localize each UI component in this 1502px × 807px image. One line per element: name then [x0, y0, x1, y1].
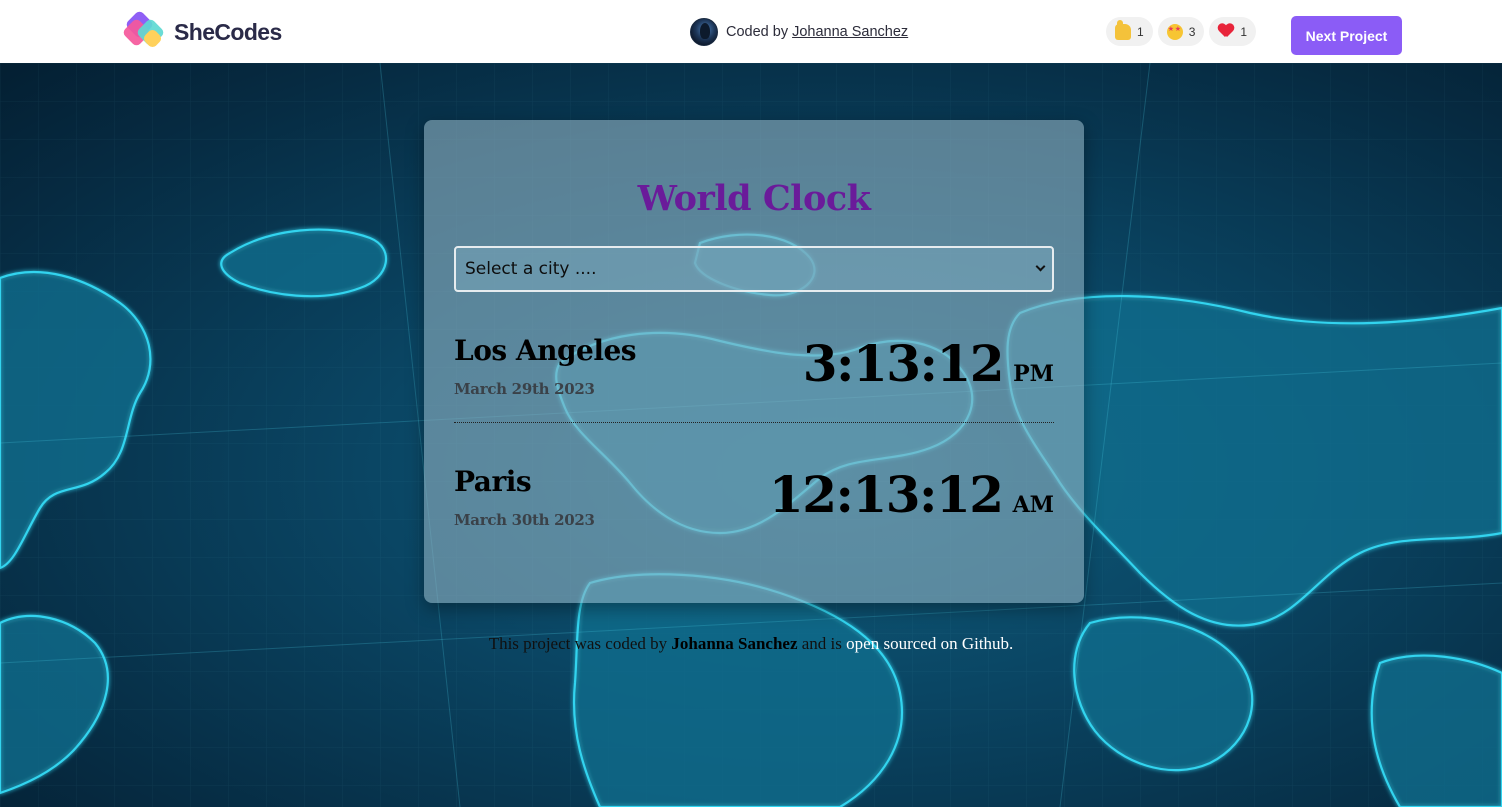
top-bar: SheCodes Coded by Johanna Sanchez 1 3 1 … — [0, 0, 1502, 63]
reactions-bar: 1 3 1 — [1106, 17, 1257, 46]
app-title: World Clock — [637, 178, 871, 219]
city-date: March 29th 2023 — [454, 380, 595, 398]
chevron-down-icon — [1035, 261, 1046, 272]
city-name: Los Angeles — [454, 334, 637, 367]
logo-text: SheCodes — [174, 18, 282, 45]
star-struck-icon — [1166, 23, 1183, 40]
shecodes-logo[interactable]: SheCodes — [121, 9, 282, 54]
author-avatar — [690, 18, 718, 46]
github-link[interactable]: open sourced on Github. — [846, 634, 1013, 653]
heart-icon — [1218, 24, 1234, 40]
footer-middle: and is — [801, 634, 842, 653]
time-ampm: AM — [1012, 492, 1054, 518]
city-name: Paris — [454, 465, 532, 498]
reaction-count: 1 — [1240, 24, 1248, 39]
time-digits: 12:13:12 — [768, 465, 1004, 524]
footer-prefix: This project was coded by — [488, 634, 668, 653]
coded-by-label: Coded by — [726, 24, 789, 40]
world-clock-card: World Clock Select a city .... Los Angel… — [424, 120, 1084, 603]
author-link[interactable]: Johanna Sanchez — [792, 24, 908, 40]
thumbs-up-icon — [1115, 19, 1131, 40]
next-project-button[interactable]: Next Project — [1291, 16, 1402, 55]
footer-author: Johanna Sanchez — [671, 634, 798, 653]
reaction-thumbs-up[interactable]: 1 — [1106, 17, 1153, 46]
city-row: Paris March 30th 2023 12:13:12 AM — [454, 461, 1054, 551]
city-row: Los Angeles March 29th 2023 3:13:12 PM — [454, 330, 1054, 423]
city-date: March 30th 2023 — [454, 511, 595, 529]
time-ampm: PM — [1013, 361, 1054, 387]
footer: This project was coded by Johanna Sanche… — [0, 634, 1502, 654]
city-time: 12:13:12 AM — [769, 465, 1054, 524]
reaction-star-struck[interactable]: 3 — [1157, 17, 1205, 46]
shecodes-logo-icon — [121, 9, 172, 54]
reaction-heart[interactable]: 1 — [1209, 17, 1257, 46]
time-digits: 3:13:12 — [802, 334, 1005, 393]
coded-by: Coded by Johanna Sanchez — [690, 18, 908, 46]
city-select[interactable]: Select a city .... — [454, 246, 1054, 292]
city-select-value: Select a city .... — [465, 259, 597, 279]
city-time: 3:13:12 PM — [803, 334, 1054, 393]
reaction-count: 3 — [1188, 24, 1196, 39]
reaction-count: 1 — [1137, 24, 1144, 39]
